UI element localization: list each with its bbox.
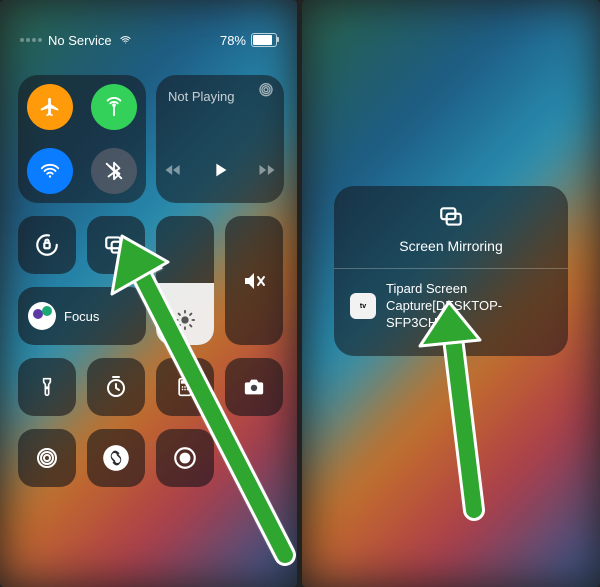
camera-button[interactable]	[225, 358, 283, 416]
rewind-icon[interactable]	[163, 160, 183, 180]
volume-slider[interactable]	[225, 216, 283, 345]
screen-mirroring-icon	[103, 232, 129, 258]
battery-icon	[251, 33, 277, 47]
orientation-lock-button[interactable]	[18, 216, 76, 274]
flashlight-icon	[37, 374, 57, 400]
battery-indicator: 78%	[220, 33, 277, 48]
screen-record-button[interactable]	[156, 429, 214, 487]
mirroring-device-row[interactable]: tv Tipard Screen Capture[DESKTOP-SFP3CHJ…	[334, 269, 568, 344]
bluetooth-button[interactable]	[82, 139, 146, 203]
orientation-lock-icon	[34, 232, 60, 258]
connectivity-panel[interactable]	[18, 75, 146, 203]
focus-button[interactable]: Focus	[18, 287, 146, 345]
camera-icon	[242, 376, 266, 398]
bluetooth-off-icon	[91, 148, 137, 194]
antenna-icon	[91, 84, 137, 130]
wifi-button[interactable]	[18, 139, 82, 203]
screen-mirroring-screenshot: Screen Mirroring tv Tipard Screen Captur…	[302, 0, 600, 587]
status-bar: No Service 78%	[0, 28, 297, 52]
apple-tv-icon: tv	[350, 293, 376, 319]
shazam-button[interactable]	[87, 429, 145, 487]
airplane-icon	[27, 84, 73, 130]
signal-dots-icon	[20, 38, 42, 42]
brightness-icon	[174, 309, 196, 331]
cellular-data-button[interactable]	[82, 75, 146, 139]
service-label: No Service	[48, 33, 112, 48]
timer-icon	[104, 375, 128, 399]
brightness-slider[interactable]	[156, 216, 214, 345]
wifi-icon	[27, 148, 73, 194]
focus-label: Focus	[64, 309, 99, 324]
airplane-mode-button[interactable]	[18, 75, 82, 139]
flashlight-button[interactable]	[18, 358, 76, 416]
screen-mirroring-button[interactable]	[87, 216, 145, 274]
wifi-status-icon	[118, 34, 133, 46]
screen-mirroring-title: Screen Mirroring	[334, 238, 568, 254]
calculator-icon	[175, 375, 195, 399]
play-icon[interactable]	[209, 159, 231, 181]
hearing-icon	[35, 446, 59, 470]
airplay-audio-icon	[258, 83, 274, 99]
battery-percent: 78%	[220, 33, 246, 48]
timer-button[interactable]	[87, 358, 145, 416]
screen-mirroring-icon	[436, 204, 466, 230]
media-title: Not Playing	[168, 89, 272, 104]
mute-icon	[242, 269, 266, 293]
forward-icon[interactable]	[257, 160, 277, 180]
hearing-button[interactable]	[18, 429, 76, 487]
screen-mirroring-panel: Screen Mirroring tv Tipard Screen Captur…	[334, 186, 568, 356]
device-label: Tipard Screen Capture[DESKTOP-SFP3CHJ]	[386, 281, 552, 332]
focus-icon	[28, 302, 56, 330]
record-icon	[172, 445, 198, 471]
control-center-screenshot: No Service 78%	[0, 0, 297, 587]
shazam-icon	[102, 444, 130, 472]
calculator-button[interactable]	[156, 358, 214, 416]
media-panel[interactable]: Not Playing	[156, 75, 284, 203]
